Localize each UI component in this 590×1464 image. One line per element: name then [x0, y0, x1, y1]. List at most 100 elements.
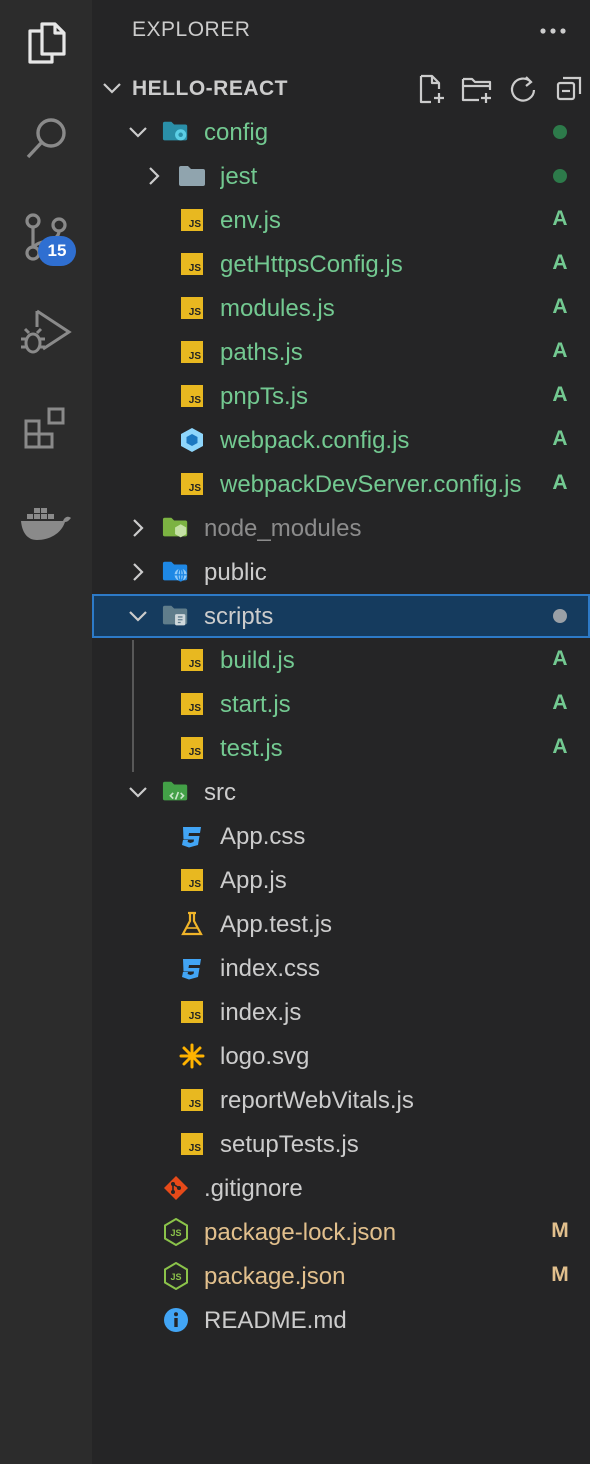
tree-item-label: jest	[220, 163, 258, 190]
css-file-icon	[178, 823, 206, 849]
run-debug-icon[interactable]	[0, 292, 92, 372]
node-json-icon: JS	[162, 1262, 190, 1290]
folder-public-icon	[162, 559, 190, 585]
folder-scripts-icon	[162, 603, 190, 629]
tree-item-label: start.js	[220, 691, 291, 718]
file-row[interactable]: JS package.json M	[92, 1254, 590, 1298]
git-status-badge: A	[552, 647, 568, 670]
tree-item-label: modules.js	[220, 295, 335, 322]
tree-item-label: webpackDevServer.config.js	[220, 471, 522, 498]
file-row[interactable]: JS start.js A	[92, 682, 590, 726]
search-icon[interactable]	[0, 98, 92, 178]
js-file-icon: JS	[178, 339, 206, 365]
tree-item-label: scripts	[204, 603, 274, 630]
explorer-title: EXPLORER	[132, 18, 251, 41]
git-status-badge: M	[551, 1263, 569, 1286]
tree-item-label: package-lock.json	[204, 1219, 397, 1246]
git-changes-dot	[553, 125, 567, 139]
tree-item-label: .gitignore	[204, 1175, 303, 1202]
git-status-badge: A	[552, 251, 568, 274]
js-file-icon: JS	[178, 999, 206, 1025]
tree-item-label: index.css	[220, 955, 321, 982]
folder-row[interactable]: public	[92, 550, 590, 594]
file-row[interactable]: JS setupTests.js	[92, 1122, 590, 1166]
folder-row[interactable]: node_modules	[92, 506, 590, 550]
new-file-icon[interactable]	[414, 72, 448, 106]
file-row[interactable]: JS App.js	[92, 858, 590, 902]
git-changes-dot	[553, 609, 567, 623]
folder-row[interactable]: jest	[92, 154, 590, 198]
tree-item-label: public	[204, 559, 267, 586]
js-file-icon: JS	[178, 691, 206, 717]
node-json-icon: JS	[162, 1218, 190, 1246]
chevron-right-icon[interactable]	[126, 560, 150, 584]
file-row[interactable]: JS pnpTs.js A	[92, 374, 590, 418]
git-status-badge: A	[552, 471, 568, 494]
git-status-badge: A	[552, 383, 568, 406]
folder-src-icon	[162, 779, 190, 805]
tree-item-label: pnpTs.js	[220, 383, 309, 410]
file-row[interactable]: App.css	[92, 814, 590, 858]
file-row[interactable]: JS env.js A	[92, 198, 590, 242]
tree-item-label: build.js	[220, 647, 295, 674]
chevron-right-icon[interactable]	[142, 164, 166, 188]
workspace-section-header[interactable]: HELLO-REACT	[92, 66, 590, 110]
file-row[interactable]: JS index.js	[92, 990, 590, 1034]
file-row[interactable]: JS package-lock.json M	[92, 1210, 590, 1254]
activity-bar: 15	[0, 0, 92, 1464]
file-row[interactable]: README.md	[92, 1298, 590, 1342]
tree-item-label: webpack.config.js	[220, 427, 410, 454]
folder-row[interactable]: src	[92, 770, 590, 814]
file-row[interactable]: JS modules.js A	[92, 286, 590, 330]
svg-text:JS: JS	[170, 1272, 181, 1282]
tree-item-label: index.js	[220, 999, 302, 1026]
file-row[interactable]: JS test.js A	[92, 726, 590, 770]
js-file-icon: JS	[178, 647, 206, 673]
chevron-down-icon	[103, 83, 121, 94]
folder-row[interactable]: scripts	[92, 594, 590, 638]
tree-item-label: src	[204, 779, 236, 806]
folder-icon	[178, 163, 206, 189]
test-flask-icon	[178, 911, 206, 937]
chevron-down-icon[interactable]	[126, 120, 150, 144]
tree-item-label: App.test.js	[220, 911, 333, 938]
file-row[interactable]: index.css	[92, 946, 590, 990]
tree-item-label: reportWebVitals.js	[220, 1087, 414, 1114]
file-row[interactable]: webpack.config.js A	[92, 418, 590, 462]
file-row[interactable]: logo.svg	[92, 1034, 590, 1078]
file-row[interactable]: JS reportWebVitals.js	[92, 1078, 590, 1122]
file-row[interactable]: JS build.js A	[92, 638, 590, 682]
docker-icon[interactable]	[0, 484, 92, 564]
js-file-icon: JS	[178, 471, 206, 497]
folder-row[interactable]: config	[92, 110, 590, 154]
file-row[interactable]: .gitignore	[92, 1166, 590, 1210]
refresh-icon[interactable]	[506, 72, 540, 106]
git-status-badge: A	[552, 339, 568, 362]
git-icon	[162, 1175, 190, 1201]
tree-item-label: package.json	[204, 1263, 346, 1290]
collapse-all-icon[interactable]	[552, 72, 586, 106]
ellipsis-icon[interactable]	[538, 16, 568, 46]
git-status-badge: A	[552, 427, 568, 450]
new-folder-icon[interactable]	[460, 72, 494, 106]
extensions-icon[interactable]	[0, 388, 92, 468]
file-row[interactable]: JS paths.js A	[92, 330, 590, 374]
chevron-right-icon[interactable]	[126, 516, 150, 540]
git-status-badge: M	[551, 1219, 569, 1242]
js-file-icon: JS	[178, 383, 206, 409]
js-file-icon: JS	[178, 1131, 206, 1157]
tree-item-label: config	[204, 119, 269, 146]
chevron-down-icon[interactable]	[126, 780, 150, 804]
git-status-badge: A	[552, 295, 568, 318]
webpack-icon	[178, 427, 206, 453]
js-file-icon: JS	[178, 207, 206, 233]
file-row[interactable]: JS getHttpsConfig.js A	[92, 242, 590, 286]
js-file-icon: JS	[178, 251, 206, 277]
file-row[interactable]: App.test.js	[92, 902, 590, 946]
chevron-down-icon[interactable]	[126, 604, 150, 628]
explorer-icon[interactable]	[0, 2, 92, 82]
folder-config-icon	[162, 119, 190, 145]
file-row[interactable]: JS webpackDevServer.config.js A	[92, 462, 590, 506]
file-tree: config jest JS env.js A JS getHttpsConfig.js A J…	[92, 110, 590, 1342]
git-status-badge: A	[552, 735, 568, 758]
